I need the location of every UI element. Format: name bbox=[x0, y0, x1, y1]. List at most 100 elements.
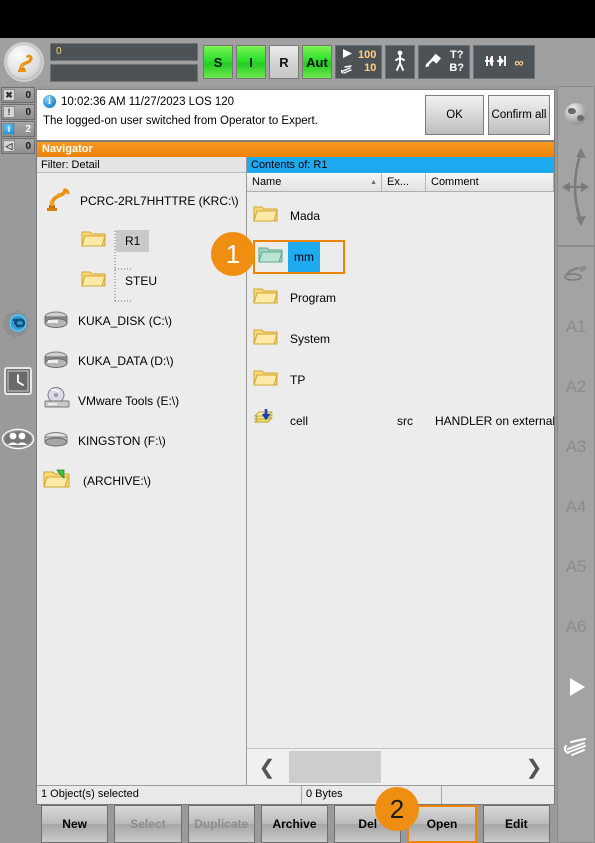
kuka-robot-icon[interactable] bbox=[4, 42, 44, 82]
softkey-bar: New Select Duplicate Archive Del Open Ed… bbox=[36, 805, 555, 843]
top-bezel bbox=[0, 0, 595, 38]
jog-hand-icon[interactable] bbox=[562, 717, 590, 777]
tree-item-archive[interactable]: (ARCHIVE:\) bbox=[37, 461, 246, 501]
info-icon: i bbox=[43, 95, 56, 108]
clock-icon[interactable] bbox=[1, 364, 35, 398]
message-counter-notification[interactable]: i 2 bbox=[1, 121, 35, 137]
operating-mode-button[interactable]: Aut bbox=[302, 45, 332, 79]
selected-file-mm[interactable]: mm bbox=[253, 239, 345, 274]
archive-folder-icon bbox=[43, 468, 71, 495]
walking-person-button[interactable] bbox=[385, 45, 416, 79]
select-button: Select bbox=[114, 805, 182, 843]
notification-message-icon: i bbox=[3, 123, 15, 135]
acknowledge-message-icon: ✖ bbox=[3, 89, 15, 101]
user-group-icon[interactable] bbox=[1, 422, 35, 456]
confirm-all-button[interactable]: Confirm all bbox=[488, 95, 550, 135]
tree-item-label: STEU bbox=[125, 274, 158, 288]
axis-label-a1[interactable]: A1 bbox=[566, 297, 587, 357]
new-button[interactable]: New bbox=[41, 805, 109, 843]
left-sidebar: ✖ 0 ! 0 i 2 ◁ 0 bbox=[0, 86, 36, 843]
axis-label-a6[interactable]: A6 bbox=[566, 597, 587, 657]
axis-label-a4[interactable]: A4 bbox=[566, 477, 587, 537]
slider-row-upper[interactable]: 0 bbox=[50, 42, 198, 61]
table-row[interactable]: mm bbox=[247, 236, 554, 277]
play-triangle-icon[interactable] bbox=[564, 657, 588, 717]
status-line: 1 Object(s) selected 0 Bytes bbox=[37, 785, 554, 804]
robot-interpreter-gear-icon[interactable] bbox=[1, 306, 35, 340]
state-message-icon: ! bbox=[3, 106, 15, 118]
override-program-value: 100 bbox=[358, 49, 377, 61]
folder-icon bbox=[253, 367, 279, 393]
axis-jog-section: A1 A2 A3 A4 A5 A6 bbox=[557, 246, 595, 843]
chevron-right-icon[interactable]: ❯ bbox=[514, 749, 554, 785]
tool-coordinate-icon[interactable] bbox=[563, 247, 589, 297]
column-header-name[interactable]: Name ▲ bbox=[247, 173, 382, 191]
smartpad-screen: 0 S I R Aut 100 10 T? B? ∞ i 10:02:36 AM… bbox=[0, 0, 595, 843]
increment-jog-button[interactable]: ∞ bbox=[473, 45, 536, 79]
edit-button[interactable]: Edit bbox=[482, 805, 550, 843]
archive-button[interactable]: Archive bbox=[260, 805, 329, 843]
file-name: Mada bbox=[290, 208, 321, 223]
table-row[interactable]: Mada bbox=[247, 195, 554, 236]
axis-label-a2[interactable]: A2 bbox=[566, 357, 587, 417]
folder-icon bbox=[253, 285, 279, 311]
coordinate-system-section bbox=[557, 86, 595, 246]
table-row[interactable]: cell src HANDLER on external . bbox=[247, 400, 554, 441]
column-header-comment[interactable]: Comment bbox=[426, 173, 554, 191]
bottom-left-filler bbox=[0, 805, 36, 843]
base-label: B? bbox=[449, 62, 465, 74]
jog-direction-icon bbox=[559, 144, 593, 235]
harddisk-icon bbox=[43, 309, 71, 334]
file-list: Mada mm Program System TP cell src HANDL… bbox=[247, 192, 554, 748]
scrollbar-track[interactable] bbox=[287, 749, 514, 785]
scrollbar-thumb[interactable] bbox=[289, 751, 381, 783]
axis-label-a5[interactable]: A5 bbox=[566, 537, 587, 597]
robot-icon bbox=[43, 186, 73, 217]
message-counter-waiting[interactable]: ◁ 0 bbox=[1, 138, 35, 154]
column-header-extension[interactable]: Ex... bbox=[382, 173, 426, 191]
table-row[interactable]: Program bbox=[247, 277, 554, 318]
tool-base-button[interactable]: T? B? bbox=[418, 45, 471, 79]
duplicate-button: Duplicate bbox=[187, 805, 255, 843]
tree-item-label: VMware Tools (E:\) bbox=[78, 394, 180, 408]
tree-item-root[interactable]: PCRC-2RL7HHTTRE (KRC:\) bbox=[37, 181, 246, 221]
status-button-r[interactable]: R bbox=[269, 45, 299, 79]
message-counter-state[interactable]: ! 0 bbox=[1, 104, 35, 120]
tool-label: T? bbox=[449, 49, 464, 61]
tree-item-kuka-disk[interactable]: KUKA_DISK (C:\) bbox=[37, 301, 246, 341]
file-name: System bbox=[290, 331, 331, 346]
tree-item-kuka-data[interactable]: KUKA_DATA (D:\) bbox=[37, 341, 246, 381]
message-text-area[interactable]: i 10:02:36 AM 11/27/2023 LOS 120 The log… bbox=[37, 90, 425, 140]
message-body: The logged-on user switched from Operato… bbox=[43, 115, 318, 127]
tree-item-vmware-tools[interactable]: VMware Tools (E:\) bbox=[37, 381, 246, 421]
override-indicator[interactable]: 100 10 bbox=[335, 45, 383, 79]
world-coordinate-icon[interactable] bbox=[565, 102, 587, 125]
status-bar: 0 S I R Aut 100 10 T? B? ∞ bbox=[0, 38, 595, 86]
selection-status: 1 Object(s) selected bbox=[37, 786, 302, 804]
message-header-line: i 10:02:36 AM 11/27/2023 LOS 120 bbox=[43, 95, 419, 108]
status-button-s[interactable]: S bbox=[203, 45, 233, 79]
folder-icon bbox=[81, 268, 107, 294]
contents-header: Contents of: R1 bbox=[247, 157, 554, 173]
column-header-row: Name ▲ Ex... Comment bbox=[247, 173, 554, 192]
horizontal-scrollbar[interactable]: ❮ ❯ bbox=[247, 748, 554, 785]
status-button-i[interactable]: I bbox=[236, 45, 266, 79]
file-extension: src bbox=[397, 413, 413, 428]
tree-item-label: KUKA_DATA (D:\) bbox=[78, 354, 174, 368]
message-counter-acknowledge[interactable]: ✖ 0 bbox=[1, 87, 35, 103]
tree-item-kingston[interactable]: KINGSTON (F:\) bbox=[37, 421, 246, 461]
tree-item-label: KINGSTON (F:\) bbox=[78, 434, 166, 448]
navigator-window: Navigator Filter: Detail PCRC-2RL7HHTTRE… bbox=[36, 141, 555, 805]
table-row[interactable]: TP bbox=[247, 359, 554, 400]
tool-base-icon bbox=[424, 52, 444, 73]
folder-icon bbox=[253, 326, 279, 352]
table-row[interactable]: System bbox=[247, 318, 554, 359]
slider-row-lower[interactable] bbox=[50, 63, 198, 82]
ok-button[interactable]: OK bbox=[425, 95, 484, 135]
tree-item-label: PCRC-2RL7HHTTRE (KRC:\) bbox=[80, 194, 239, 208]
harddisk-icon bbox=[43, 349, 71, 374]
column-label: Comment bbox=[431, 176, 479, 188]
filter-bar[interactable]: Filter: Detail bbox=[37, 157, 246, 173]
chevron-left-icon[interactable]: ❮ bbox=[247, 749, 287, 785]
axis-label-a3[interactable]: A3 bbox=[566, 417, 587, 477]
